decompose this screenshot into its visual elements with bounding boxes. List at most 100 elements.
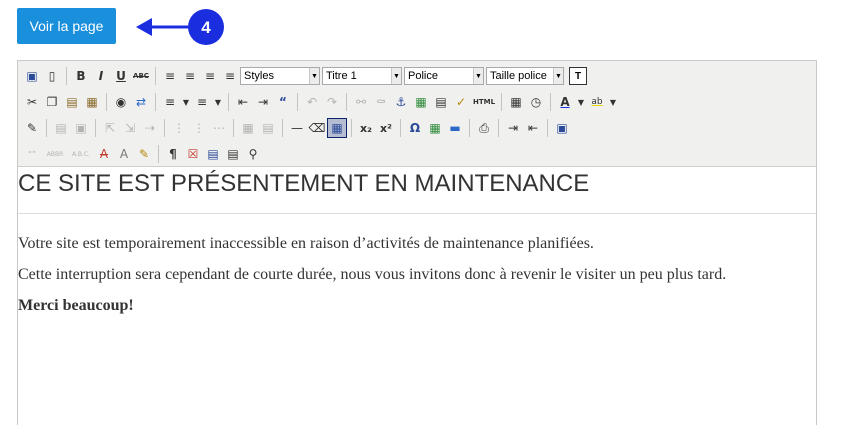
indent-icon[interactable]: ⇥ <box>253 92 273 112</box>
font-select[interactable]: Police ▼ <box>404 67 484 85</box>
page-heading: CE SITE EST PRÉSENTEMENT EN MAINTENANCE <box>18 170 590 197</box>
format-select[interactable]: Titre 1 ▼ <box>322 67 402 85</box>
insert-text-icon[interactable]: A <box>114 144 134 164</box>
paste-word-icon[interactable]: ▦ <box>82 92 102 112</box>
align-left-icon[interactable]: ≡ <box>160 66 180 86</box>
paragraph-3: Merci beaucoup! <box>18 297 134 314</box>
media-icon[interactable]: ▦ <box>425 118 445 138</box>
delete-row-icon[interactable]: ⇢ <box>140 118 160 138</box>
toolbar-separator <box>155 93 156 111</box>
align-center-icon[interactable]: ≡ <box>180 66 200 86</box>
insert-column-before-icon[interactable]: ⋮ <box>169 118 189 138</box>
strikethrough-button[interactable]: ABC <box>131 66 151 86</box>
highlight-button[interactable]: ab <box>587 92 607 112</box>
acronym-button[interactable]: A.B.C. <box>68 144 94 164</box>
paste-icon[interactable]: ▤ <box>62 92 82 112</box>
eraser-icon[interactable]: ⌫ <box>307 118 327 138</box>
rtl-icon[interactable]: ⇤ <box>523 118 543 138</box>
new-document-icon[interactable]: ▯ <box>42 66 62 86</box>
toolbar-separator <box>95 119 96 137</box>
align-justify-icon[interactable]: ≡ <box>220 66 240 86</box>
font-select-value: Police <box>408 70 438 82</box>
toolbar-separator <box>550 93 551 111</box>
font-size-select[interactable]: Taille police ▼ <box>486 67 564 85</box>
insert-row-after-icon[interactable]: ⇲ <box>120 118 140 138</box>
attributes-icon[interactable]: ✎ <box>134 144 154 164</box>
insert-column-after-icon[interactable]: ⋮ <box>189 118 209 138</box>
toolbar-row-3: ✎ ▤ ▣ ⇱ ⇲ ⇢ ⋮ ⋮ ⋯ ▦ ▤ — ⌫ ▦ x₂ x² Ω ▦ ▬ <box>22 117 572 139</box>
replace-icon[interactable]: ⇄ <box>131 92 151 112</box>
chevron-down-icon: ▼ <box>309 68 319 84</box>
preview-icon[interactable]: ⚲ <box>243 144 263 164</box>
bullet-list-icon[interactable]: ≡ <box>160 92 180 112</box>
editor-content-area[interactable]: CE SITE EST PRÉSENTEMENT EN MAINTENANCE … <box>18 168 816 425</box>
cut-icon[interactable]: ✂ <box>22 92 42 112</box>
abbr-button[interactable]: ABBR <box>42 144 68 164</box>
paragraph-1: Votre site est temporairement inaccessib… <box>18 235 594 252</box>
save-icon[interactable]: ▣ <box>22 66 42 86</box>
row-properties-icon[interactable]: ▤ <box>51 118 71 138</box>
numbered-list-icon[interactable]: ≡ <box>192 92 212 112</box>
copy-icon[interactable]: ❐ <box>42 92 62 112</box>
unlink-icon[interactable]: ⚰ <box>371 92 391 112</box>
toolbar-separator <box>351 119 352 137</box>
chevron-down-icon[interactable]: ▼ <box>180 92 192 112</box>
html-source-button[interactable]: HTML <box>471 92 497 112</box>
underline-button[interactable]: U <box>111 66 131 86</box>
fullscreen-icon[interactable]: ▣ <box>552 118 572 138</box>
blockquote-icon[interactable]: “ <box>273 92 293 112</box>
special-char-button[interactable]: Ω <box>405 118 425 138</box>
chevron-down-icon[interactable]: ▼ <box>212 92 224 112</box>
toolbar-separator <box>400 119 401 137</box>
toolbar-separator <box>469 119 470 137</box>
bold-button[interactable]: B <box>71 66 91 86</box>
text-style-button[interactable]: T <box>569 67 587 85</box>
merge-cells-icon[interactable]: ▤ <box>258 118 278 138</box>
cleanup-icon[interactable]: ✓ <box>451 92 471 112</box>
toolbar-separator <box>155 67 156 85</box>
font-color-button[interactable]: A <box>555 92 575 112</box>
format-select-value: Titre 1 <box>326 70 357 82</box>
insert-date-icon[interactable]: ▦ <box>506 92 526 112</box>
page-break-icon[interactable]: ▤ <box>223 144 243 164</box>
horizontal-rule-button[interactable]: — <box>287 118 307 138</box>
visual-aid-icon[interactable]: ▦ <box>327 118 347 138</box>
show-blocks-button[interactable]: ¶ <box>163 144 183 164</box>
subscript-button[interactable]: x₂ <box>356 118 376 138</box>
redo-icon[interactable]: ↷ <box>322 92 342 112</box>
chevron-down-icon[interactable]: ▼ <box>575 92 587 112</box>
delete-text-icon[interactable]: A <box>94 144 114 164</box>
insert-row-before-icon[interactable]: ⇱ <box>100 118 120 138</box>
cell-properties-icon[interactable]: ▣ <box>71 118 91 138</box>
toolbar-separator <box>297 93 298 111</box>
split-cells-icon[interactable]: ▦ <box>238 118 258 138</box>
toolbar-separator <box>106 93 107 111</box>
align-right-icon[interactable]: ≡ <box>200 66 220 86</box>
font-size-select-value: Taille police <box>490 70 547 82</box>
template-icon[interactable]: ▤ <box>203 144 223 164</box>
insert-time-icon[interactable]: ◷ <box>526 92 546 112</box>
hr-advanced-icon[interactable]: ▬ <box>445 118 465 138</box>
superscript-button[interactable]: x² <box>376 118 396 138</box>
link-icon[interactable]: ⚯ <box>351 92 371 112</box>
image-icon[interactable]: ▦ <box>411 92 431 112</box>
edit-table-icon[interactable]: ✎ <box>22 118 42 138</box>
non-breaking-icon[interactable]: ☒ <box>183 144 203 164</box>
chevron-down-icon: ▼ <box>473 68 483 84</box>
chevron-down-icon[interactable]: ▼ <box>607 92 619 112</box>
view-page-button[interactable]: Voir la page <box>17 8 116 44</box>
undo-icon[interactable]: ↶ <box>302 92 322 112</box>
outdent-icon[interactable]: ⇤ <box>233 92 253 112</box>
anchor-icon[interactable]: ⚓ <box>391 92 411 112</box>
chevron-down-icon: ▼ <box>391 68 401 84</box>
delete-column-icon[interactable]: ⋯ <box>209 118 229 138</box>
insert-file-icon[interactable]: ▤ <box>431 92 451 112</box>
ltr-icon[interactable]: ⇥ <box>503 118 523 138</box>
styles-select[interactable]: Styles ▼ <box>240 67 320 85</box>
cite-button[interactable]: “” <box>22 144 42 164</box>
toolbar-separator <box>46 119 47 137</box>
toolbar-separator <box>228 93 229 111</box>
print-icon[interactable]: ⎙ <box>474 118 494 138</box>
find-icon[interactable]: ◉ <box>111 92 131 112</box>
italic-button[interactable]: I <box>91 66 111 86</box>
